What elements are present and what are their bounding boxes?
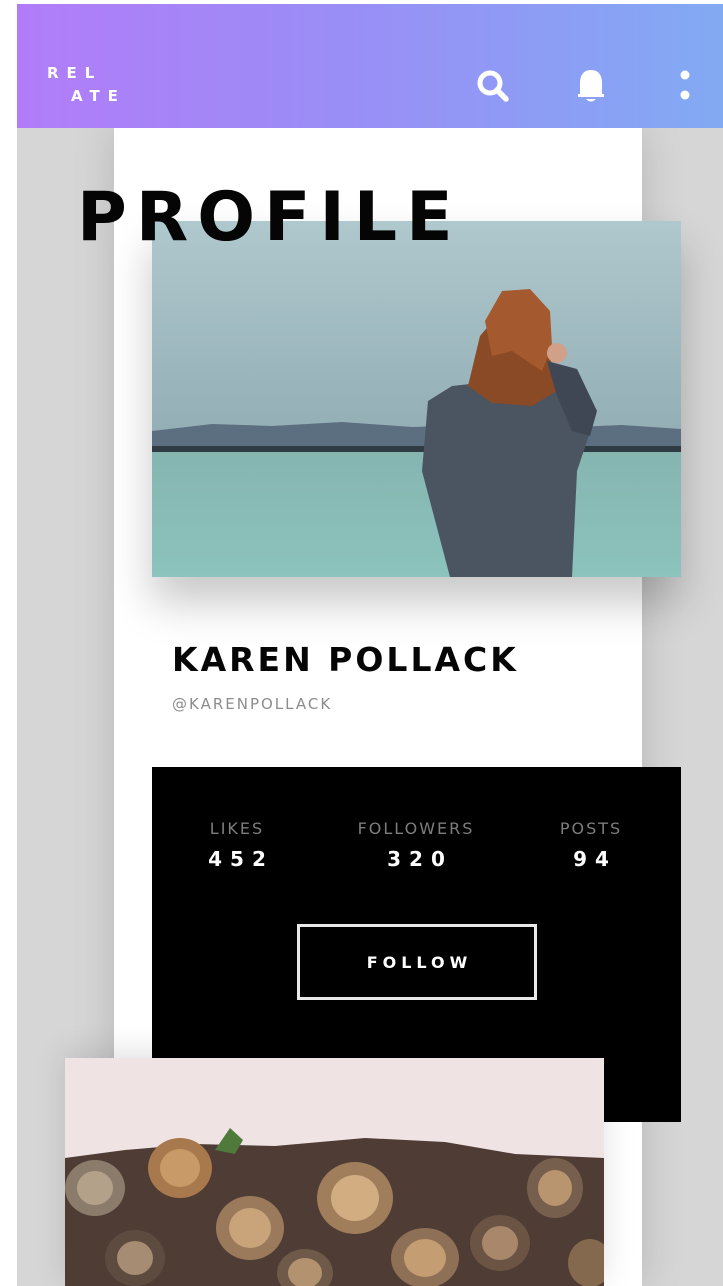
post-photo-image bbox=[65, 1058, 604, 1286]
stat-followers-value: 320 bbox=[387, 847, 453, 871]
stat-followers-label: FOLLOWERS bbox=[357, 819, 475, 838]
user-name: KAREN POLLACK bbox=[172, 640, 519, 679]
stat-followers: FOLLOWERS 320 bbox=[336, 819, 496, 871]
profile-photo bbox=[152, 221, 681, 577]
stat-likes-label: LIKES bbox=[209, 819, 265, 838]
search-icon bbox=[477, 70, 509, 102]
stat-likes: LIKES 452 bbox=[157, 819, 317, 871]
logo-line-1: REL bbox=[47, 64, 103, 82]
stat-posts-label: POSTS bbox=[559, 819, 623, 838]
profile-photo-image bbox=[152, 221, 681, 577]
app-header: REL ATE bbox=[17, 4, 723, 128]
page-title: PROFILE bbox=[77, 178, 462, 257]
app-logo[interactable]: REL ATE bbox=[47, 62, 126, 108]
follow-button[interactable]: FOLLOW bbox=[297, 924, 537, 1000]
stat-posts: POSTS 94 bbox=[511, 819, 671, 871]
more-vertical-icon bbox=[680, 70, 690, 100]
stat-posts-value: 94 bbox=[573, 847, 617, 871]
logo-line-2: ATE bbox=[71, 87, 126, 105]
more-options-button[interactable] bbox=[665, 66, 705, 106]
stat-likes-value: 452 bbox=[208, 847, 274, 871]
notifications-button[interactable] bbox=[571, 66, 611, 106]
search-button[interactable] bbox=[473, 66, 513, 106]
post-photo[interactable] bbox=[65, 1058, 604, 1286]
user-handle[interactable]: @KARENPOLLACK bbox=[172, 695, 332, 713]
bell-icon bbox=[578, 70, 604, 102]
app-frame: REL ATE PROFILE KAREN POLLACK @KARENPOLL… bbox=[17, 4, 723, 1286]
